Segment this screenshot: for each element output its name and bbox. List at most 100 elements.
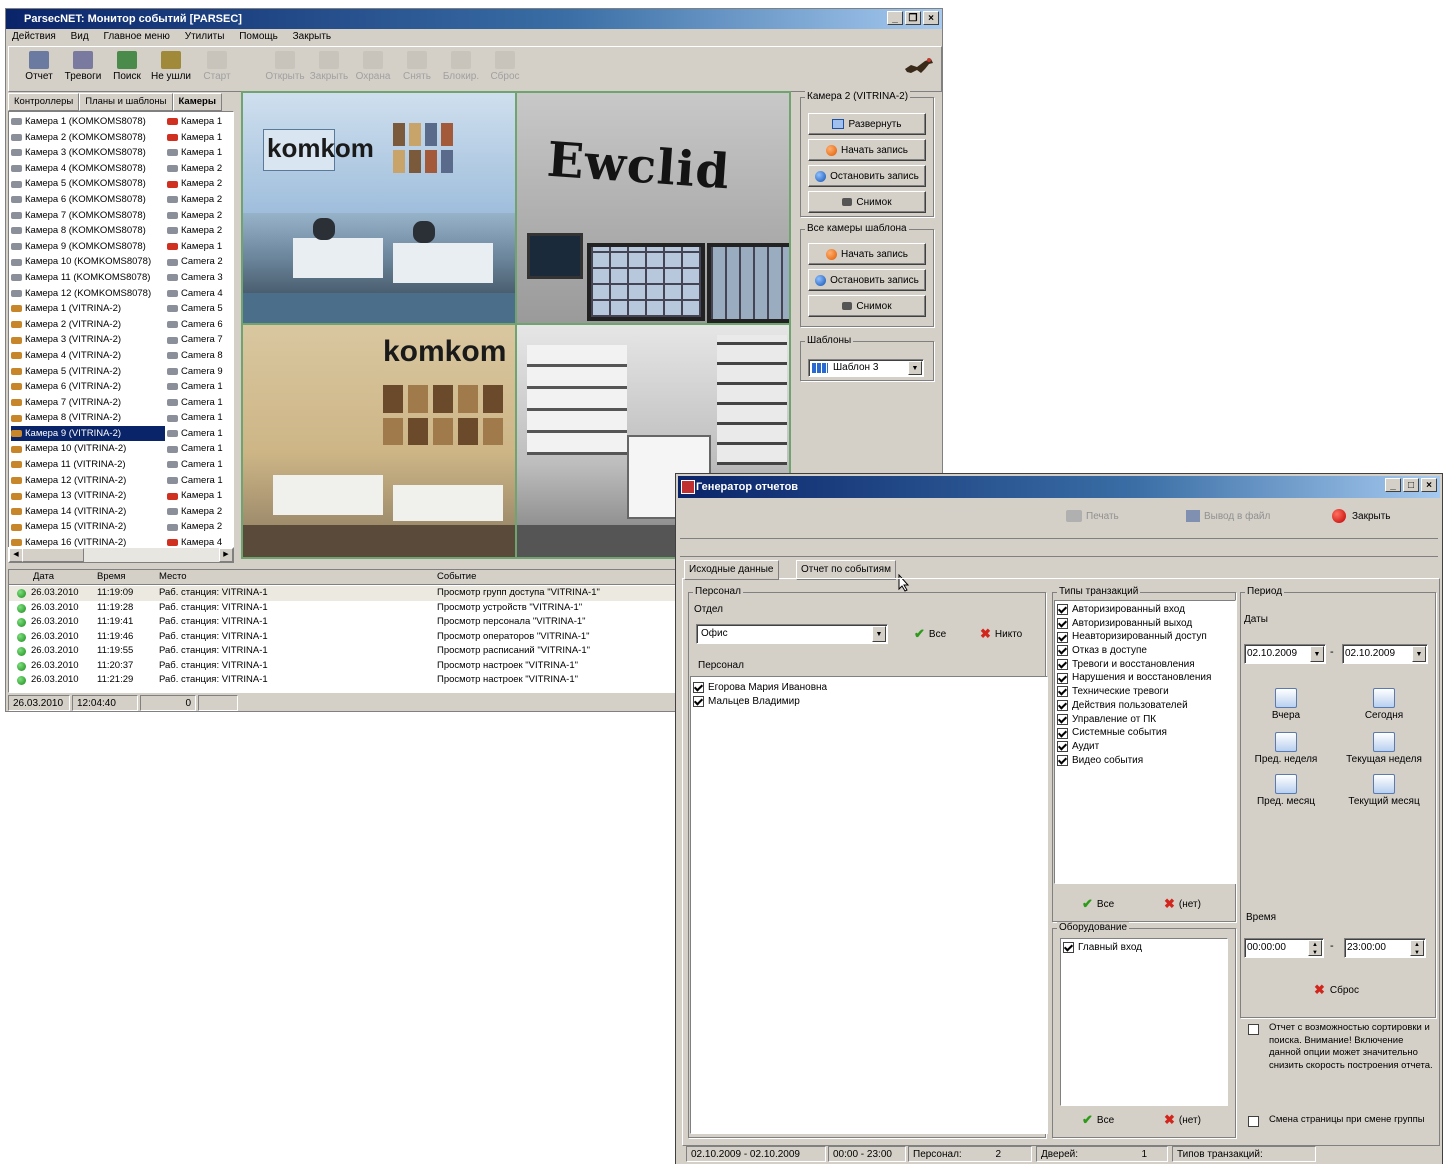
transaction-type-checkbox[interactable] bbox=[1057, 604, 1068, 616]
person-item[interactable]: Егорова Мария Ивановна bbox=[693, 681, 1045, 695]
transaction-type-item[interactable]: Видео события bbox=[1057, 754, 1233, 768]
close-button[interactable]: × bbox=[923, 11, 939, 25]
monitor-titlebar[interactable]: ParsecNET: Монитор событий [PARSEC] _ ❐ … bbox=[6, 9, 942, 29]
select-none-personnel-button[interactable]: ✖ Никто bbox=[980, 626, 1022, 642]
current-month-button[interactable]: Текущий месяц bbox=[1342, 774, 1426, 807]
transaction-type-item[interactable]: Неавторизированный доступ bbox=[1057, 630, 1233, 644]
col-date[interactable]: Дата bbox=[33, 570, 54, 584]
camera-tree-item[interactable]: Camera 5 bbox=[167, 301, 231, 317]
camera-tree-item[interactable]: Камера 1 bbox=[167, 114, 231, 130]
camera-tree-item[interactable]: Камера 2 bbox=[167, 519, 231, 535]
toolbar-door-close-button[interactable]: Закрыть bbox=[307, 51, 351, 82]
camera-tree-item[interactable]: Камера 7 (KOMKOMS8078) bbox=[11, 208, 165, 224]
stop-record-button[interactable]: Остановить запись bbox=[808, 165, 926, 187]
camera-tree-item[interactable]: Camera 9 bbox=[167, 364, 231, 380]
department-select[interactable]: Офис ▼ bbox=[696, 624, 888, 644]
camera-tree-item[interactable]: Камера 1 (KOMKOMS8078) bbox=[11, 114, 165, 130]
transaction-type-checkbox[interactable] bbox=[1057, 754, 1068, 766]
scroll-thumb[interactable] bbox=[22, 548, 84, 562]
toolbar-reset-button[interactable]: Сброс bbox=[483, 51, 527, 82]
camera-tree-item[interactable]: Камера 1 (VITRINA-2) bbox=[11, 301, 165, 317]
person-item[interactable]: Мальцев Владимир bbox=[693, 695, 1045, 709]
camera-tree-item[interactable]: Камера 10 (VITRINA-2) bbox=[11, 441, 165, 457]
camera-tree-item[interactable]: Camera 1 bbox=[167, 457, 231, 473]
transaction-type-item[interactable]: Аудит bbox=[1057, 740, 1233, 754]
camera-tree-item[interactable]: Камера 2 bbox=[167, 208, 231, 224]
date-to-picker[interactable]: 02.10.2009 ▼ bbox=[1342, 644, 1428, 664]
tab-cameras[interactable]: Камеры bbox=[172, 93, 222, 111]
template-select[interactable]: Шаблон 3 ▼ bbox=[808, 359, 924, 377]
spin-icon[interactable]: ▲ ▼ bbox=[1308, 940, 1322, 956]
reset-button[interactable]: ✖ Сброс bbox=[1314, 982, 1359, 998]
toolbar-block-button[interactable]: Блокир. bbox=[439, 51, 483, 82]
scroll-left-button[interactable]: ◀ bbox=[9, 548, 23, 562]
tab-controllers[interactable]: Контроллеры bbox=[8, 93, 80, 111]
camera-tree-item[interactable]: Камера 9 (KOMKOMS8078) bbox=[11, 239, 165, 255]
person-checkbox[interactable] bbox=[693, 696, 704, 708]
camera-tree-item[interactable]: Камера 4 (KOMKOMS8078) bbox=[11, 161, 165, 177]
video-feed-1[interactable]: komkom bbox=[243, 93, 515, 323]
person-checkbox[interactable] bbox=[693, 682, 704, 694]
camera-tree-item[interactable]: Камера 14 (VITRINA-2) bbox=[11, 504, 165, 520]
camera-tree-item[interactable]: Камера 3 (KOMKOMS8078) bbox=[11, 145, 165, 161]
menu-help[interactable]: Помощь bbox=[239, 29, 278, 45]
prev-month-button[interactable]: Пред. месяц bbox=[1244, 774, 1328, 807]
camera-tree-item[interactable]: Камера 7 (VITRINA-2) bbox=[11, 395, 165, 411]
toolbar-report-button[interactable]: Отчет bbox=[17, 51, 61, 82]
time-from-input[interactable]: 00:00:00 ▲ ▼ bbox=[1244, 938, 1324, 958]
transaction-type-item[interactable]: Авторизированный выход bbox=[1057, 617, 1233, 631]
equipment-list[interactable]: Главный вход bbox=[1060, 938, 1228, 1106]
snapshot-button[interactable]: Снимок bbox=[808, 191, 926, 213]
camera-tree-item[interactable]: Камера 10 (KOMKOMS8078) bbox=[11, 254, 165, 270]
camera-tree-item[interactable]: Камера 3 (VITRINA-2) bbox=[11, 332, 165, 348]
prev-week-button[interactable]: Пред. неделя bbox=[1244, 732, 1328, 765]
equip-none-button[interactable]: ✖ (нет) bbox=[1164, 1112, 1201, 1128]
camera-tree-item[interactable]: Камера 8 (VITRINA-2) bbox=[11, 410, 165, 426]
transaction-type-item[interactable]: Действия пользователей bbox=[1057, 699, 1233, 713]
toolbar-not-left-button[interactable]: Не ушли bbox=[149, 51, 193, 82]
transaction-type-item[interactable]: Отказ в доступе bbox=[1057, 644, 1233, 658]
current-week-button[interactable]: Текущая неделя bbox=[1342, 732, 1426, 765]
tab-plans[interactable]: Планы и шаблоны bbox=[79, 93, 173, 111]
equip-all-button[interactable]: ✔ Все bbox=[1082, 1112, 1114, 1128]
print-button[interactable]: Печать bbox=[1066, 510, 1119, 522]
sortable-checkbox[interactable] bbox=[1248, 1024, 1259, 1035]
camera-tree[interactable]: Камера 1 (KOMKOMS8078) Камера 2 (KOMKOMS8… bbox=[8, 111, 234, 549]
transaction-type-item[interactable]: Технические тревоги bbox=[1057, 685, 1233, 699]
camera-tree-item[interactable]: Камера 2 bbox=[167, 192, 231, 208]
transaction-type-item[interactable]: Тревоги и восстановления bbox=[1057, 658, 1233, 672]
transaction-type-checkbox[interactable] bbox=[1057, 618, 1068, 630]
camera-tree-item[interactable]: Камера 2 (KOMKOMS8078) bbox=[11, 130, 165, 146]
camera-tree-item[interactable]: Camera 1 bbox=[167, 426, 231, 442]
scroll-right-button[interactable]: ▶ bbox=[219, 548, 233, 562]
yesterday-button[interactable]: Вчера bbox=[1244, 688, 1328, 721]
dropdown-arrow-icon[interactable]: ▼ bbox=[908, 361, 922, 375]
transaction-types-list[interactable]: Авторизированный вход Авторизированный вы… bbox=[1054, 600, 1236, 884]
report-close-button[interactable]: Закрыть bbox=[1332, 509, 1391, 523]
camera-tree-item[interactable]: Камера 4 (VITRINA-2) bbox=[11, 348, 165, 364]
camera-tree-item[interactable]: Камера 11 (VITRINA-2) bbox=[11, 457, 165, 473]
camera-tree-item[interactable]: Камера 2 bbox=[167, 176, 231, 192]
minimize-button[interactable]: _ bbox=[1385, 478, 1401, 492]
camera-tree-item[interactable]: Камера 1 bbox=[167, 239, 231, 255]
camera-tree-item[interactable]: Camera 1 bbox=[167, 441, 231, 457]
col-event[interactable]: Событие bbox=[437, 570, 476, 584]
transaction-type-item[interactable]: Управление от ПК bbox=[1057, 713, 1233, 727]
camera-tree-item[interactable]: Camera 1 bbox=[167, 473, 231, 489]
select-all-personnel-button[interactable]: ✔ Все bbox=[914, 626, 946, 642]
camera-tree-item[interactable]: Камера 2 bbox=[167, 161, 231, 177]
option-page-break[interactable]: Смена страницы при смене группы bbox=[1248, 1114, 1434, 1127]
camera-tree-item[interactable]: Camera 7 bbox=[167, 332, 231, 348]
toolbar-guard-button[interactable]: Охрана bbox=[351, 51, 395, 82]
minimize-button[interactable]: _ bbox=[887, 11, 903, 25]
camera-tree-item[interactable]: Камера 5 (KOMKOMS8078) bbox=[11, 176, 165, 192]
date-from-picker[interactable]: 02.10.2009 ▼ bbox=[1244, 644, 1326, 664]
personnel-list[interactable]: Егорова Мария Ивановна Мальцев Владимир bbox=[690, 676, 1048, 1134]
camera-tree-item[interactable]: Camera 1 bbox=[167, 395, 231, 411]
camera-tree-item[interactable]: Камера 15 (VITRINA-2) bbox=[11, 519, 165, 535]
camera-tree-item[interactable]: Камера 2 (VITRINA-2) bbox=[11, 317, 165, 333]
camera-tree-item[interactable]: Камера 5 (VITRINA-2) bbox=[11, 364, 165, 380]
toolbar-search-person-button[interactable]: Поиск bbox=[105, 51, 149, 82]
transaction-type-checkbox[interactable] bbox=[1057, 700, 1068, 712]
camera-tree-item[interactable]: Camera 3 bbox=[167, 270, 231, 286]
